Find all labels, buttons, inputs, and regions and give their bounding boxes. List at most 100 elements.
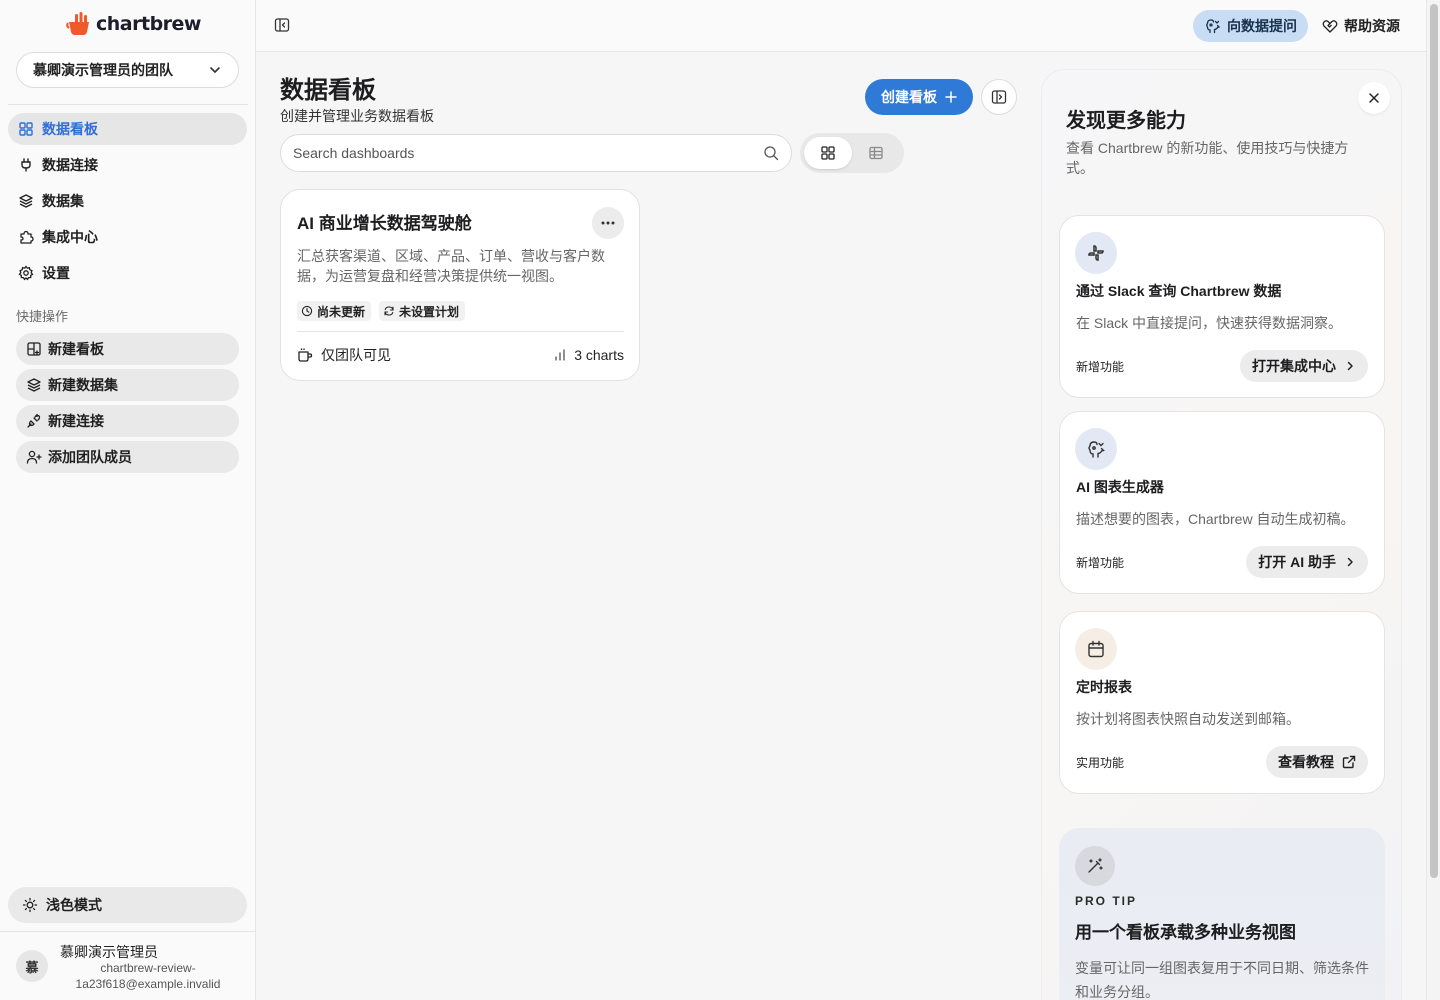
status-badge-label: 尚未更新: [317, 304, 366, 319]
refresh-icon: [383, 305, 395, 317]
feature-title: AI 图表生成器: [1076, 479, 1164, 495]
status-badge: 尚未更新: [297, 301, 372, 321]
sun-icon: [22, 897, 38, 913]
sidebar-divider: [8, 104, 248, 105]
schedule-badge: 未设置计划: [379, 301, 466, 321]
mug-icon: [297, 347, 313, 363]
sidebar-item-settings[interactable]: 设置: [8, 257, 247, 289]
grid-view-icon: [820, 145, 836, 161]
view-switch: [800, 133, 904, 173]
ai-brain-icon: [1205, 18, 1221, 34]
dashboard-card[interactable]: AI 商业增长数据驾驶舱 汇总获客渠道、区域、产品、订单、营收与客户数据，为运营…: [280, 189, 640, 381]
theme-toggle-button[interactable]: 浅色模式: [8, 887, 247, 923]
gear-icon: [18, 265, 34, 281]
sidebar-item-connections[interactable]: 数据连接: [8, 149, 247, 181]
charts-count: 3 charts: [574, 347, 624, 363]
feature-description: 在 Slack 中直接提问，快速获得数据洞察。: [1076, 315, 1343, 331]
pro-tip-title: 用一个看板承载多种业务视图: [1075, 923, 1296, 942]
user-email: chartbrew-review-1a23f618@example.invali…: [75, 961, 221, 991]
help-resources-label: 帮助资源: [1344, 18, 1400, 34]
layers-icon: [18, 193, 34, 209]
view-tutorial-button[interactable]: 查看教程: [1266, 746, 1368, 778]
grid-view-toggle[interactable]: [804, 137, 852, 169]
team-name: 慕卿演示管理员的团队: [33, 62, 173, 78]
quick-action-add-member[interactable]: 添加团队成员: [16, 441, 239, 473]
open-ai-assistant-button[interactable]: 打开 AI 助手: [1246, 546, 1368, 578]
feature-description: 按计划将图表快照自动发送到邮箱。: [1076, 711, 1300, 727]
grid-plus-icon: [26, 341, 42, 357]
team-selector[interactable]: 慕卿演示管理员的团队: [16, 52, 239, 88]
quick-action-label: 添加团队成员: [48, 449, 132, 465]
theme-toggle-label: 浅色模式: [46, 897, 102, 913]
ai-brain-icon: [1075, 428, 1117, 470]
create-dashboard-button[interactable]: 创建看板: [865, 79, 973, 115]
sidebar-nav: 数据看板 数据连接 数据集 集成中心 设置: [8, 113, 247, 293]
plug-icon: [18, 157, 34, 173]
sidebar-collapse-icon[interactable]: [274, 17, 290, 33]
panel-toggle-button[interactable]: [981, 79, 1017, 115]
quick-action-new-dashboard[interactable]: 新建看板: [16, 333, 239, 365]
calendar-icon: [1075, 628, 1117, 670]
schedule-badge-label: 未设置计划: [399, 304, 460, 319]
grid-icon: [18, 121, 34, 137]
puzzle-icon: [18, 229, 34, 245]
plus-icon: [945, 91, 957, 103]
sidebar-item-label: 设置: [42, 265, 70, 281]
feature-card-slack: 通过 Slack 查询 Chartbrew 数据 在 Slack 中直接提问，快…: [1059, 215, 1385, 398]
feature-tag: 新增功能: [1076, 556, 1125, 570]
open-integrations-button[interactable]: 打开集成中心: [1240, 350, 1368, 382]
feature-button-label: 打开 AI 助手: [1258, 554, 1336, 570]
pro-tip-card: PRO TIP 用一个看板承载多种业务视图 变量可让同一组图表复用于不同日期、筛…: [1059, 828, 1385, 1000]
sidebar-item-dashboards[interactable]: 数据看板: [8, 113, 247, 145]
card-divider: [297, 331, 624, 332]
sidebar-item-label: 集成中心: [42, 229, 98, 245]
quick-action-new-dataset[interactable]: 新建数据集: [16, 369, 239, 401]
page-scrollbar[interactable]: [1426, 0, 1440, 1000]
quick-action-label: 新建连接: [48, 413, 104, 429]
quick-action-label: 新建数据集: [48, 377, 118, 393]
dashboard-menu-button[interactable]: [592, 207, 624, 239]
feature-card-ai-chart: AI 图表生成器 描述想要的图表，Chartbrew 自动生成初稿。 新增功能 …: [1059, 411, 1385, 594]
panel-title: 发现更多能力: [1066, 110, 1186, 132]
page-subtitle: 创建并管理业务数据看板: [280, 108, 434, 124]
sidebar: chartbrew 慕卿演示管理员的团队 数据看板 数据连接 数据集 集成中心 …: [0, 0, 256, 1000]
scrollbar-thumb[interactable]: [1430, 4, 1438, 878]
sidebar-item-label: 数据连接: [42, 157, 98, 173]
sidebar-item-datasets[interactable]: 数据集: [8, 185, 247, 217]
dashboard-tags: 尚未更新 未设置计划: [297, 301, 466, 321]
create-dashboard-label: 创建看板: [881, 89, 937, 105]
heart-handshake-icon: [1322, 18, 1338, 34]
feature-title: 定时报表: [1076, 679, 1132, 695]
search-input[interactable]: [293, 145, 763, 161]
search-icon[interactable]: [763, 145, 779, 161]
user-profile[interactable]: 慕 慕卿演示管理员 chartbrew-review-1a23f618@exam…: [16, 940, 246, 996]
layers-plus-icon: [26, 377, 42, 393]
sidebar-item-integrations[interactable]: 集成中心: [8, 221, 247, 253]
top-bar: 向数据提问 帮助资源: [256, 0, 1426, 52]
sidebar-item-label: 数据集: [42, 193, 84, 209]
pro-tip-label: PRO TIP: [1075, 894, 1138, 908]
feature-card-scheduled-reports: 定时报表 按计划将图表快照自动发送到邮箱。 实用功能 查看教程: [1059, 611, 1385, 794]
feature-tag: 新增功能: [1076, 360, 1125, 374]
sidebar-panel-icon: [991, 89, 1007, 105]
clock-icon: [301, 305, 313, 317]
table-view-toggle[interactable]: [852, 137, 900, 169]
feature-button-label: 查看教程: [1278, 754, 1334, 770]
search-bar: [280, 134, 792, 172]
user-name: 慕卿演示管理员: [60, 944, 158, 960]
feature-description: 描述想要的图表，Chartbrew 自动生成初稿。: [1076, 511, 1355, 527]
panel-description: 查看 Chartbrew 的新功能、使用技巧与快捷方式。: [1066, 140, 1349, 176]
chevron-right-icon: [1344, 556, 1356, 568]
quick-actions-title: 快捷操作: [16, 309, 69, 324]
quick-action-new-connection[interactable]: 新建连接: [16, 405, 239, 437]
close-icon: [1368, 92, 1380, 104]
close-panel-button[interactable]: [1358, 82, 1390, 114]
table-view-icon: [868, 145, 884, 161]
sidebar-divider-bottom: [0, 931, 256, 932]
dashboard-footer: 仅团队可见 3 charts: [297, 345, 624, 365]
help-resources-button[interactable]: 帮助资源: [1322, 10, 1400, 42]
ask-data-button[interactable]: 向数据提问: [1193, 10, 1308, 42]
chevron-down-icon: [208, 63, 222, 77]
chartbrew-logo[interactable]: chartbrew: [66, 12, 201, 36]
bar-chart-icon: [554, 349, 566, 361]
